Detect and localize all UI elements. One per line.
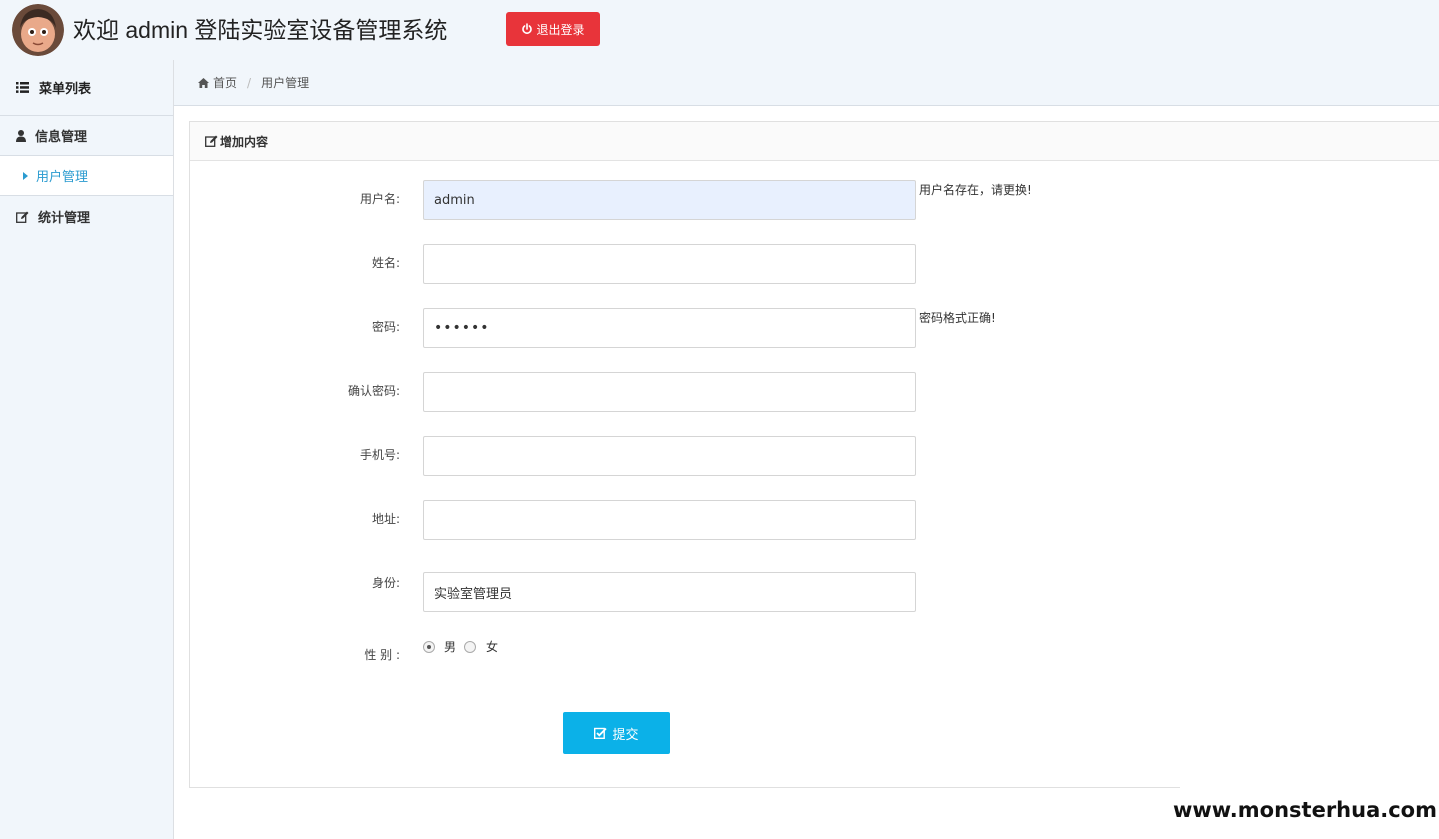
caret-right-icon xyxy=(23,171,28,180)
sidebar-item-user-management[interactable]: 用户管理 xyxy=(0,156,173,196)
name-label: 姓名: xyxy=(371,256,400,270)
username-hint: 用户名存在，请更换! xyxy=(919,183,1032,197)
list-icon xyxy=(16,82,29,93)
phone-input[interactable] xyxy=(423,436,916,476)
breadcrumb-home[interactable]: 首页 xyxy=(198,74,237,91)
gender-option-female[interactable]: 女 xyxy=(464,638,498,655)
panel-header: 增加内容 xyxy=(190,122,1439,161)
breadcrumb-separator: / xyxy=(247,75,252,90)
confirm-password-label: 确认密码: xyxy=(347,384,400,398)
confirm-password-input[interactable] xyxy=(423,372,916,412)
address-label: 地址: xyxy=(371,512,400,526)
sidebar: 菜单列表 信息管理 用户管理 统计管理 xyxy=(0,60,174,839)
top-header: 欢迎 admin 登陆实验室设备管理系统 退出登录 xyxy=(0,0,1439,60)
add-content-panel: 增加内容 用户名: 用户名存在，请更换! 姓名: 密码: 密码格式正确! 确认密… xyxy=(189,121,1439,788)
gender-option-label: 女 xyxy=(486,640,499,654)
phone-label: 手机号: xyxy=(359,448,400,462)
sidebar-item-info-management[interactable]: 信息管理 xyxy=(0,116,173,156)
avatar xyxy=(12,4,64,56)
sidebar-heading-label: 菜单列表 xyxy=(39,82,92,97)
breadcrumb-current: 用户管理 xyxy=(261,76,310,90)
home-icon xyxy=(198,77,209,88)
password-hint: 密码格式正确! xyxy=(919,311,996,325)
user-icon xyxy=(16,129,26,142)
edit-icon xyxy=(205,135,218,147)
watermark: www.monsterhua.com xyxy=(1173,780,1439,839)
breadcrumb: 首页 / 用户管理 xyxy=(174,60,1439,106)
sidebar-item-label: 统计管理 xyxy=(38,211,91,226)
check-square-icon xyxy=(594,727,608,739)
gender-option-male[interactable]: 男 xyxy=(423,638,456,655)
username-label: 用户名: xyxy=(359,192,400,206)
sidebar-item-stats-management[interactable]: 统计管理 xyxy=(0,197,173,236)
submit-button[interactable]: 提交 xyxy=(563,712,670,754)
gender-label: 性 别 : xyxy=(364,648,400,662)
name-input[interactable] xyxy=(423,244,916,284)
password-input[interactable] xyxy=(423,308,916,348)
power-icon xyxy=(522,23,533,34)
password-label: 密码: xyxy=(371,320,400,334)
role-label: 身份: xyxy=(371,576,400,590)
gender-option-label: 男 xyxy=(444,640,457,654)
radio-button[interactable] xyxy=(464,640,476,653)
logout-label: 退出登录 xyxy=(536,22,585,37)
panel-title: 增加内容 xyxy=(220,134,269,149)
username-input[interactable] xyxy=(423,180,916,220)
radio-button[interactable] xyxy=(423,640,435,653)
sidebar-heading: 菜单列表 xyxy=(0,60,173,116)
page-title: 欢迎 admin 登陆实验室设备管理系统 xyxy=(73,17,448,43)
logout-button[interactable]: 退出登录 xyxy=(506,12,600,46)
address-input[interactable] xyxy=(423,500,916,540)
edit-icon xyxy=(16,211,29,223)
breadcrumb-home-label: 首页 xyxy=(213,76,238,90)
submit-label: 提交 xyxy=(612,727,639,743)
sidebar-item-label: 信息管理 xyxy=(35,130,88,145)
role-input[interactable] xyxy=(423,572,916,612)
sidebar-subitem-label: 用户管理 xyxy=(36,170,89,185)
